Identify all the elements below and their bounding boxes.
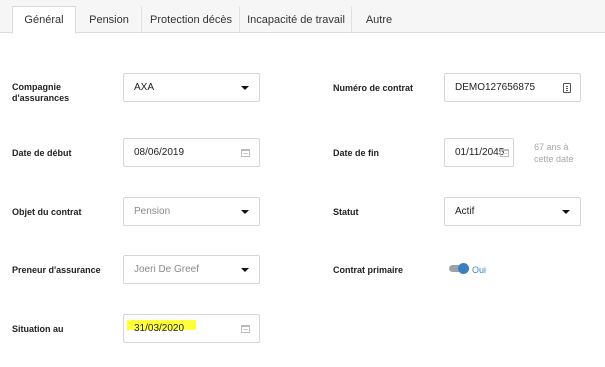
situation-input[interactable]: 31/03/2020 <box>123 314 260 343</box>
objet-contrat-label: Objet du contrat <box>12 207 82 217</box>
compagnie-label: Compagnie d'assurances <box>12 82 70 103</box>
age-hint: 67 ans à cette date <box>534 142 574 164</box>
date-fin-value: 01/11/2045 <box>455 147 505 158</box>
id-card-icon <box>563 83 571 93</box>
tab-incapacite-travail[interactable]: Incapacité de travail <box>240 6 352 33</box>
chevron-down-icon <box>562 210 570 214</box>
compagnie-select[interactable]: AXA <box>123 73 260 102</box>
chevron-down-icon <box>241 86 249 90</box>
tab-general[interactable]: Général <box>12 6 76 34</box>
tab-label: Autre <box>365 14 393 26</box>
preneur-label: Preneur d'assurance <box>12 265 101 275</box>
tab-label: Incapacité de travail <box>247 14 345 26</box>
tab-protection-deces[interactable]: Protection décès <box>142 6 240 33</box>
calendar-icon[interactable] <box>500 149 509 157</box>
tab-label: Général <box>24 14 64 26</box>
tab-bar: Général Pension Protection décès Incapac… <box>0 0 605 34</box>
date-debut-input[interactable]: 08/06/2019 <box>123 138 260 167</box>
preneur-value: Joeri De Greef <box>134 264 200 275</box>
date-debut-label: Date de début <box>12 148 72 158</box>
calendar-icon[interactable] <box>241 149 250 157</box>
tab-pension[interactable]: Pension <box>76 6 142 33</box>
date-fin-input[interactable]: 01/11/2045 <box>444 138 514 167</box>
preneur-select[interactable]: Joeri De Greef <box>123 255 260 284</box>
chevron-down-icon <box>241 210 249 214</box>
date-debut-value: 08/06/2019 <box>134 147 185 158</box>
objet-contrat-select[interactable]: Pension <box>123 197 260 226</box>
statut-value: Actif <box>455 206 475 217</box>
chevron-down-icon <box>241 268 249 272</box>
compagnie-value: AXA <box>134 82 155 93</box>
statut-label: Statut <box>333 207 359 217</box>
numero-contrat-label: Numéro de contrat <box>333 83 414 93</box>
objet-contrat-value: Pension <box>134 206 171 217</box>
calendar-icon[interactable] <box>241 325 250 333</box>
situation-value: 31/03/2020 <box>134 323 185 334</box>
date-fin-label: Date de fin <box>333 148 380 158</box>
tab-label: Protection décès <box>150 14 232 26</box>
tab-label: Pension <box>89 14 129 26</box>
toggle-knob <box>458 263 469 274</box>
numero-contrat-value: DEMO127656875 <box>455 82 536 93</box>
contrat-primaire-toggle[interactable] <box>449 263 469 274</box>
contrat-primaire-toggle-label: Oui <box>472 265 487 275</box>
contrat-primaire-label: Contrat primaire <box>333 265 404 275</box>
statut-select[interactable]: Actif <box>444 197 581 226</box>
numero-contrat-input[interactable]: DEMO127656875 <box>444 73 581 102</box>
situation-label: Situation au <box>12 324 64 334</box>
tab-autre[interactable]: Autre <box>352 6 406 33</box>
